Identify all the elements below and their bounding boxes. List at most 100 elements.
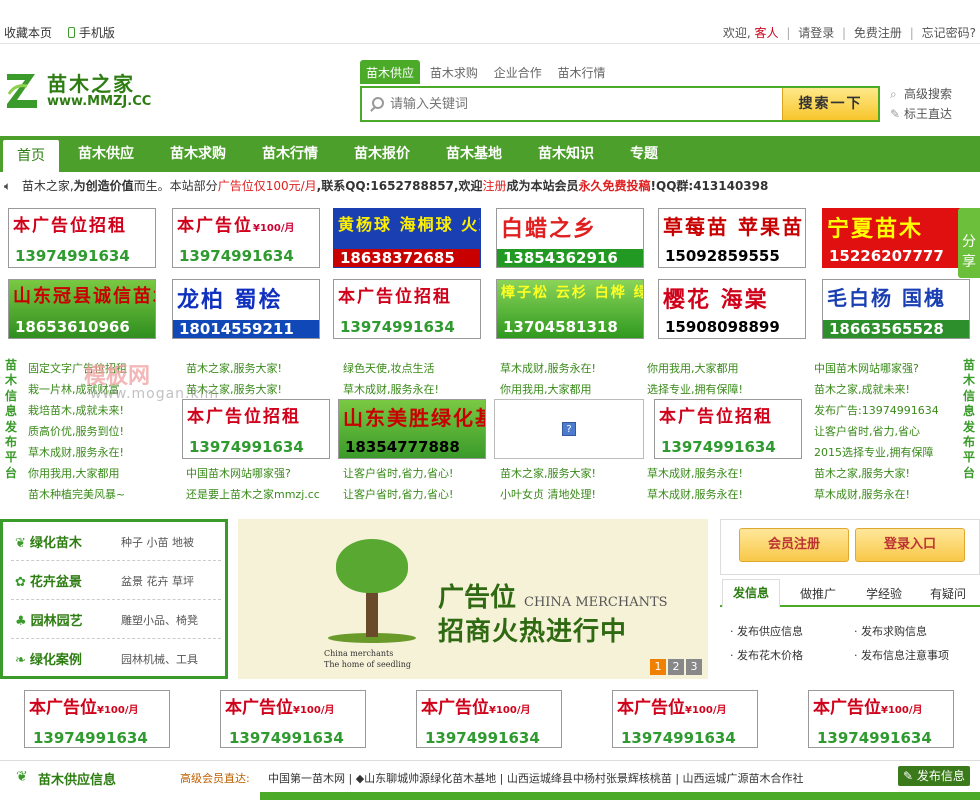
text-ad-link[interactable]: 小叶女贞 清地处理! bbox=[500, 484, 596, 505]
text-ad-link[interactable]: 草木成财,服务永在! bbox=[814, 484, 939, 505]
ad-title: 本广告位招租 bbox=[659, 407, 773, 427]
ad-banner[interactable]: 本广告位招租 13974991634 bbox=[8, 208, 156, 268]
text-ad-link[interactable]: 选择专业,拥有保障! bbox=[647, 379, 743, 400]
share-button[interactable]: 分享 bbox=[958, 208, 980, 278]
site-logo[interactable]: 苗木之家 www.MMZJ.CC bbox=[5, 68, 155, 114]
ad-banner[interactable]: 毛白杨 国槐 18663565528 bbox=[822, 279, 970, 339]
search-tab-buy[interactable]: 苗木求购 bbox=[424, 60, 484, 84]
ad-banner[interactable]: 本广告位¥100/月 13974991634 bbox=[808, 690, 954, 748]
text-ad-link[interactable]: 发布广告:13974991634 bbox=[814, 400, 939, 421]
nav-price[interactable]: 苗木报价 bbox=[354, 136, 410, 172]
ad-banner[interactable]: 本广告位招租 13974991634 bbox=[182, 399, 330, 459]
ad-banner[interactable]: 本广告位¥100/月 13974991634 bbox=[24, 690, 170, 748]
text-ad-link[interactable]: 草木成财,服务永在! bbox=[28, 442, 127, 463]
search-input[interactable] bbox=[390, 94, 770, 114]
carousel-pager: 123 bbox=[648, 659, 702, 675]
carousel-page-1[interactable]: 1 bbox=[650, 659, 666, 675]
vip-links[interactable]: 中国第一苗木网 | ◆山东聊城帅源绿化苗木基地 | 山西运城绛县中杨村张景辉核桃… bbox=[268, 770, 804, 786]
ad-banner[interactable]: 黄杨球 海桐球 火棘球 18638372685 bbox=[333, 208, 481, 268]
nav-market[interactable]: 苗木行情 bbox=[262, 136, 318, 172]
tab-promote[interactable]: 做推广 bbox=[800, 585, 836, 602]
text-ad-link[interactable]: 草木成财,服务永在! bbox=[500, 358, 596, 379]
forgot-password-link[interactable]: 忘记密码? bbox=[922, 26, 976, 40]
text-ad-link[interactable]: 你用我用,大家都用 bbox=[28, 463, 127, 484]
category-item[interactable]: ❦ 绿化苗木 种子 小苗 地被 bbox=[11, 522, 221, 561]
advanced-search-link[interactable]: ⌕ 高级搜索 bbox=[890, 84, 952, 104]
register-link[interactable]: 免费注册 bbox=[854, 26, 902, 40]
search-button[interactable]: 搜索一下 bbox=[782, 88, 878, 120]
carousel-page-2[interactable]: 2 bbox=[668, 659, 684, 675]
ad-banner[interactable]: 樱花 海棠 15908098899 bbox=[658, 279, 806, 339]
ad-banner[interactable]: 草莓苗 苹果苗 15092859555 bbox=[658, 208, 806, 268]
text-ad-link[interactable]: 苗木之家,服务大家! bbox=[186, 358, 320, 379]
nav-home[interactable]: 首页 bbox=[3, 140, 59, 172]
carousel-page-3[interactable]: 3 bbox=[686, 659, 702, 675]
text-ad-link[interactable]: 让客户省时,省力,省心! bbox=[343, 463, 453, 484]
mobile-link[interactable]: 手机版 bbox=[67, 26, 127, 40]
ad-banner[interactable]: 山东冠县诚信苗木 18653610966 bbox=[8, 279, 156, 339]
text-ad-link[interactable]: 中国苗木网站哪家强? bbox=[186, 463, 320, 484]
category-item[interactable]: ♣ 园林园艺 雕塑小品、椅凳 bbox=[11, 600, 221, 639]
tab-experience[interactable]: 学经验 bbox=[866, 585, 902, 602]
text-ad-link[interactable]: 让客户省时,省力,省心! bbox=[343, 484, 453, 505]
text-ad-link[interactable]: 苗木种植完美风暴~ bbox=[28, 484, 127, 505]
nav-knowledge[interactable]: 苗木知识 bbox=[538, 136, 594, 172]
ad-banner[interactable]: 本广告位招租 13974991634 bbox=[654, 399, 802, 459]
ad-banner[interactable]: 本广告位¥100/月 13974991634 bbox=[416, 690, 562, 748]
ad-banner[interactable]: 本广告位招租 13974991634 bbox=[333, 279, 481, 339]
member-register-button[interactable]: 会员注册 bbox=[739, 528, 849, 562]
nav-supply[interactable]: 苗木供应 bbox=[78, 136, 134, 172]
text-ad-link[interactable]: 苗木之家,服务大家! bbox=[814, 463, 939, 484]
text-ad-link[interactable]: 苗木之家,成就未来! bbox=[814, 379, 939, 400]
text-ad-link[interactable]: 栽培苗木,成就未来! bbox=[28, 400, 127, 421]
member-login-button[interactable]: 登录入口 bbox=[855, 528, 965, 562]
bookmark-link[interactable]: 收藏本页 bbox=[4, 26, 52, 40]
search-tab-cooperation[interactable]: 企业合作 bbox=[488, 60, 548, 84]
side-label-left: 苗木信息发布平台 bbox=[4, 358, 17, 480]
text-ad-link[interactable]: 草木成财,服务永在! bbox=[647, 484, 743, 505]
text-ad-link[interactable]: 草木成财,服务永在! bbox=[343, 379, 453, 400]
ad-phone: 13974991634 bbox=[817, 729, 932, 747]
login-link[interactable]: 请登录 bbox=[798, 26, 834, 40]
ad-banner[interactable]: 本广告位¥100/月 13974991634 bbox=[612, 690, 758, 748]
text-ad-link[interactable]: 还是要上苗木之家mmzj.cc bbox=[186, 484, 320, 505]
tab-post-info[interactable]: 发信息 bbox=[722, 579, 781, 607]
text-ad-link[interactable]: 质高价优,服务到位! bbox=[28, 421, 127, 442]
nav-buy[interactable]: 苗木求购 bbox=[170, 136, 226, 172]
text-ad-link[interactable]: 中国苗木网站哪家强? bbox=[814, 358, 939, 379]
notice-register-link[interactable]: 注册 bbox=[482, 179, 506, 193]
tab-question[interactable]: 有疑问 bbox=[930, 585, 966, 602]
text-ad-link[interactable]: 你用我用,大家都用 bbox=[500, 379, 596, 400]
broken-image[interactable]: ? bbox=[494, 399, 644, 459]
text-ad-link[interactable]: 让客户省时,省力,省心 bbox=[814, 421, 939, 442]
category-item[interactable]: ❧ 绿化案例 园林机械、工具 bbox=[11, 639, 221, 678]
nav-base[interactable]: 苗木基地 bbox=[446, 136, 502, 172]
category-item[interactable]: ✿ 花卉盆景 盆景 花卉 草坪 bbox=[11, 561, 221, 600]
post-price-link[interactable]: · 发布花木价格 bbox=[730, 647, 803, 663]
post-buy-link[interactable]: · 发布求购信息 bbox=[854, 623, 927, 639]
text-ad-link[interactable]: 草木成财,服务永在! bbox=[647, 463, 743, 484]
publish-button[interactable]: ✎ 发布信息 bbox=[898, 766, 970, 786]
banner-carousel[interactable]: China merchants The home of seedling 广告位… bbox=[238, 519, 708, 679]
ad-banner[interactable]: 白蜡之乡 13854362916 bbox=[496, 208, 644, 268]
direct-link[interactable]: ✎ 标王直达 bbox=[890, 104, 952, 124]
nav-topic[interactable]: 专题 bbox=[630, 136, 658, 172]
ad-banner[interactable]: 山东美胜绿化基地 18354777888 bbox=[338, 399, 486, 459]
text-ad-link[interactable]: 苗木之家,服务大家! bbox=[500, 463, 596, 484]
text-ad-link[interactable]: 2015选择专业,拥有保障 bbox=[814, 442, 939, 463]
search-tab-market[interactable]: 苗木行情 bbox=[552, 60, 612, 84]
side-label-right: 苗木信息发布平台 bbox=[962, 358, 975, 480]
supply-title[interactable]: 苗木供应信息 bbox=[38, 769, 116, 788]
ad-banner[interactable]: 宁夏苗木 15226207777 bbox=[822, 208, 970, 268]
post-supply-link[interactable]: · 发布供应信息 bbox=[730, 623, 803, 639]
text-ad-link[interactable]: 绿色天使,妆点生活 bbox=[343, 358, 453, 379]
ad-banner[interactable]: 本广告位¥100/月 13974991634 bbox=[172, 208, 320, 268]
text-ad-link[interactable]: 你用我用,大家都用 bbox=[647, 358, 743, 379]
ad-banner[interactable]: 本广告位¥100/月 13974991634 bbox=[220, 690, 366, 748]
post-notes-link[interactable]: · 发布信息注意事项 bbox=[854, 647, 949, 663]
banner-title: 广告位 CHINA MERCHANTS bbox=[438, 583, 668, 613]
ad-banner[interactable]: 龙柏 蜀桧 18014559211 bbox=[172, 279, 320, 339]
ad-banner[interactable]: 樟子松 云杉 白桦 绿化树 13704581318 bbox=[496, 279, 644, 339]
search-tab-supply[interactable]: 苗木供应 bbox=[360, 60, 421, 84]
top-bar: 收藏本页 手机版 欢迎, 客人 | 请登录 | 免费注册 | 忘记密码? bbox=[0, 0, 980, 44]
